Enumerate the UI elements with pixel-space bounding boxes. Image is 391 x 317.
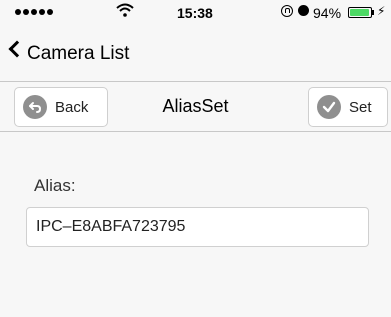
signal-dots-icon bbox=[15, 9, 53, 15]
battery-level bbox=[350, 9, 369, 16]
status-bar: 15:38 94% ⚡ bbox=[0, 0, 391, 26]
set-button-label: Set bbox=[349, 98, 372, 116]
battery-icon bbox=[348, 7, 372, 18]
back-button[interactable]: Back bbox=[14, 87, 108, 127]
back-button-label: Back bbox=[55, 98, 89, 116]
alarm-icon bbox=[298, 5, 309, 16]
battery-tip bbox=[372, 10, 374, 15]
wifi-icon bbox=[116, 3, 134, 17]
toolbar: Back AliasSet Set bbox=[0, 82, 391, 132]
chevron-left-icon[interactable] bbox=[8, 40, 26, 58]
checkmark-icon bbox=[317, 95, 341, 119]
form-content: Alias: bbox=[0, 133, 391, 317]
alias-input[interactable] bbox=[26, 207, 369, 247]
back-arrow-icon bbox=[23, 95, 47, 119]
battery-percent: 94% bbox=[313, 5, 342, 21]
alias-label: Alias: bbox=[34, 176, 76, 195]
navigation-bar: Camera List bbox=[0, 26, 391, 82]
charging-bolt-icon: ⚡ bbox=[377, 4, 386, 18]
set-button[interactable]: Set bbox=[308, 87, 388, 127]
rotation-lock-icon bbox=[281, 5, 293, 17]
status-time: 15:38 bbox=[177, 5, 213, 21]
nav-back-button[interactable]: Camera List bbox=[27, 43, 129, 65]
